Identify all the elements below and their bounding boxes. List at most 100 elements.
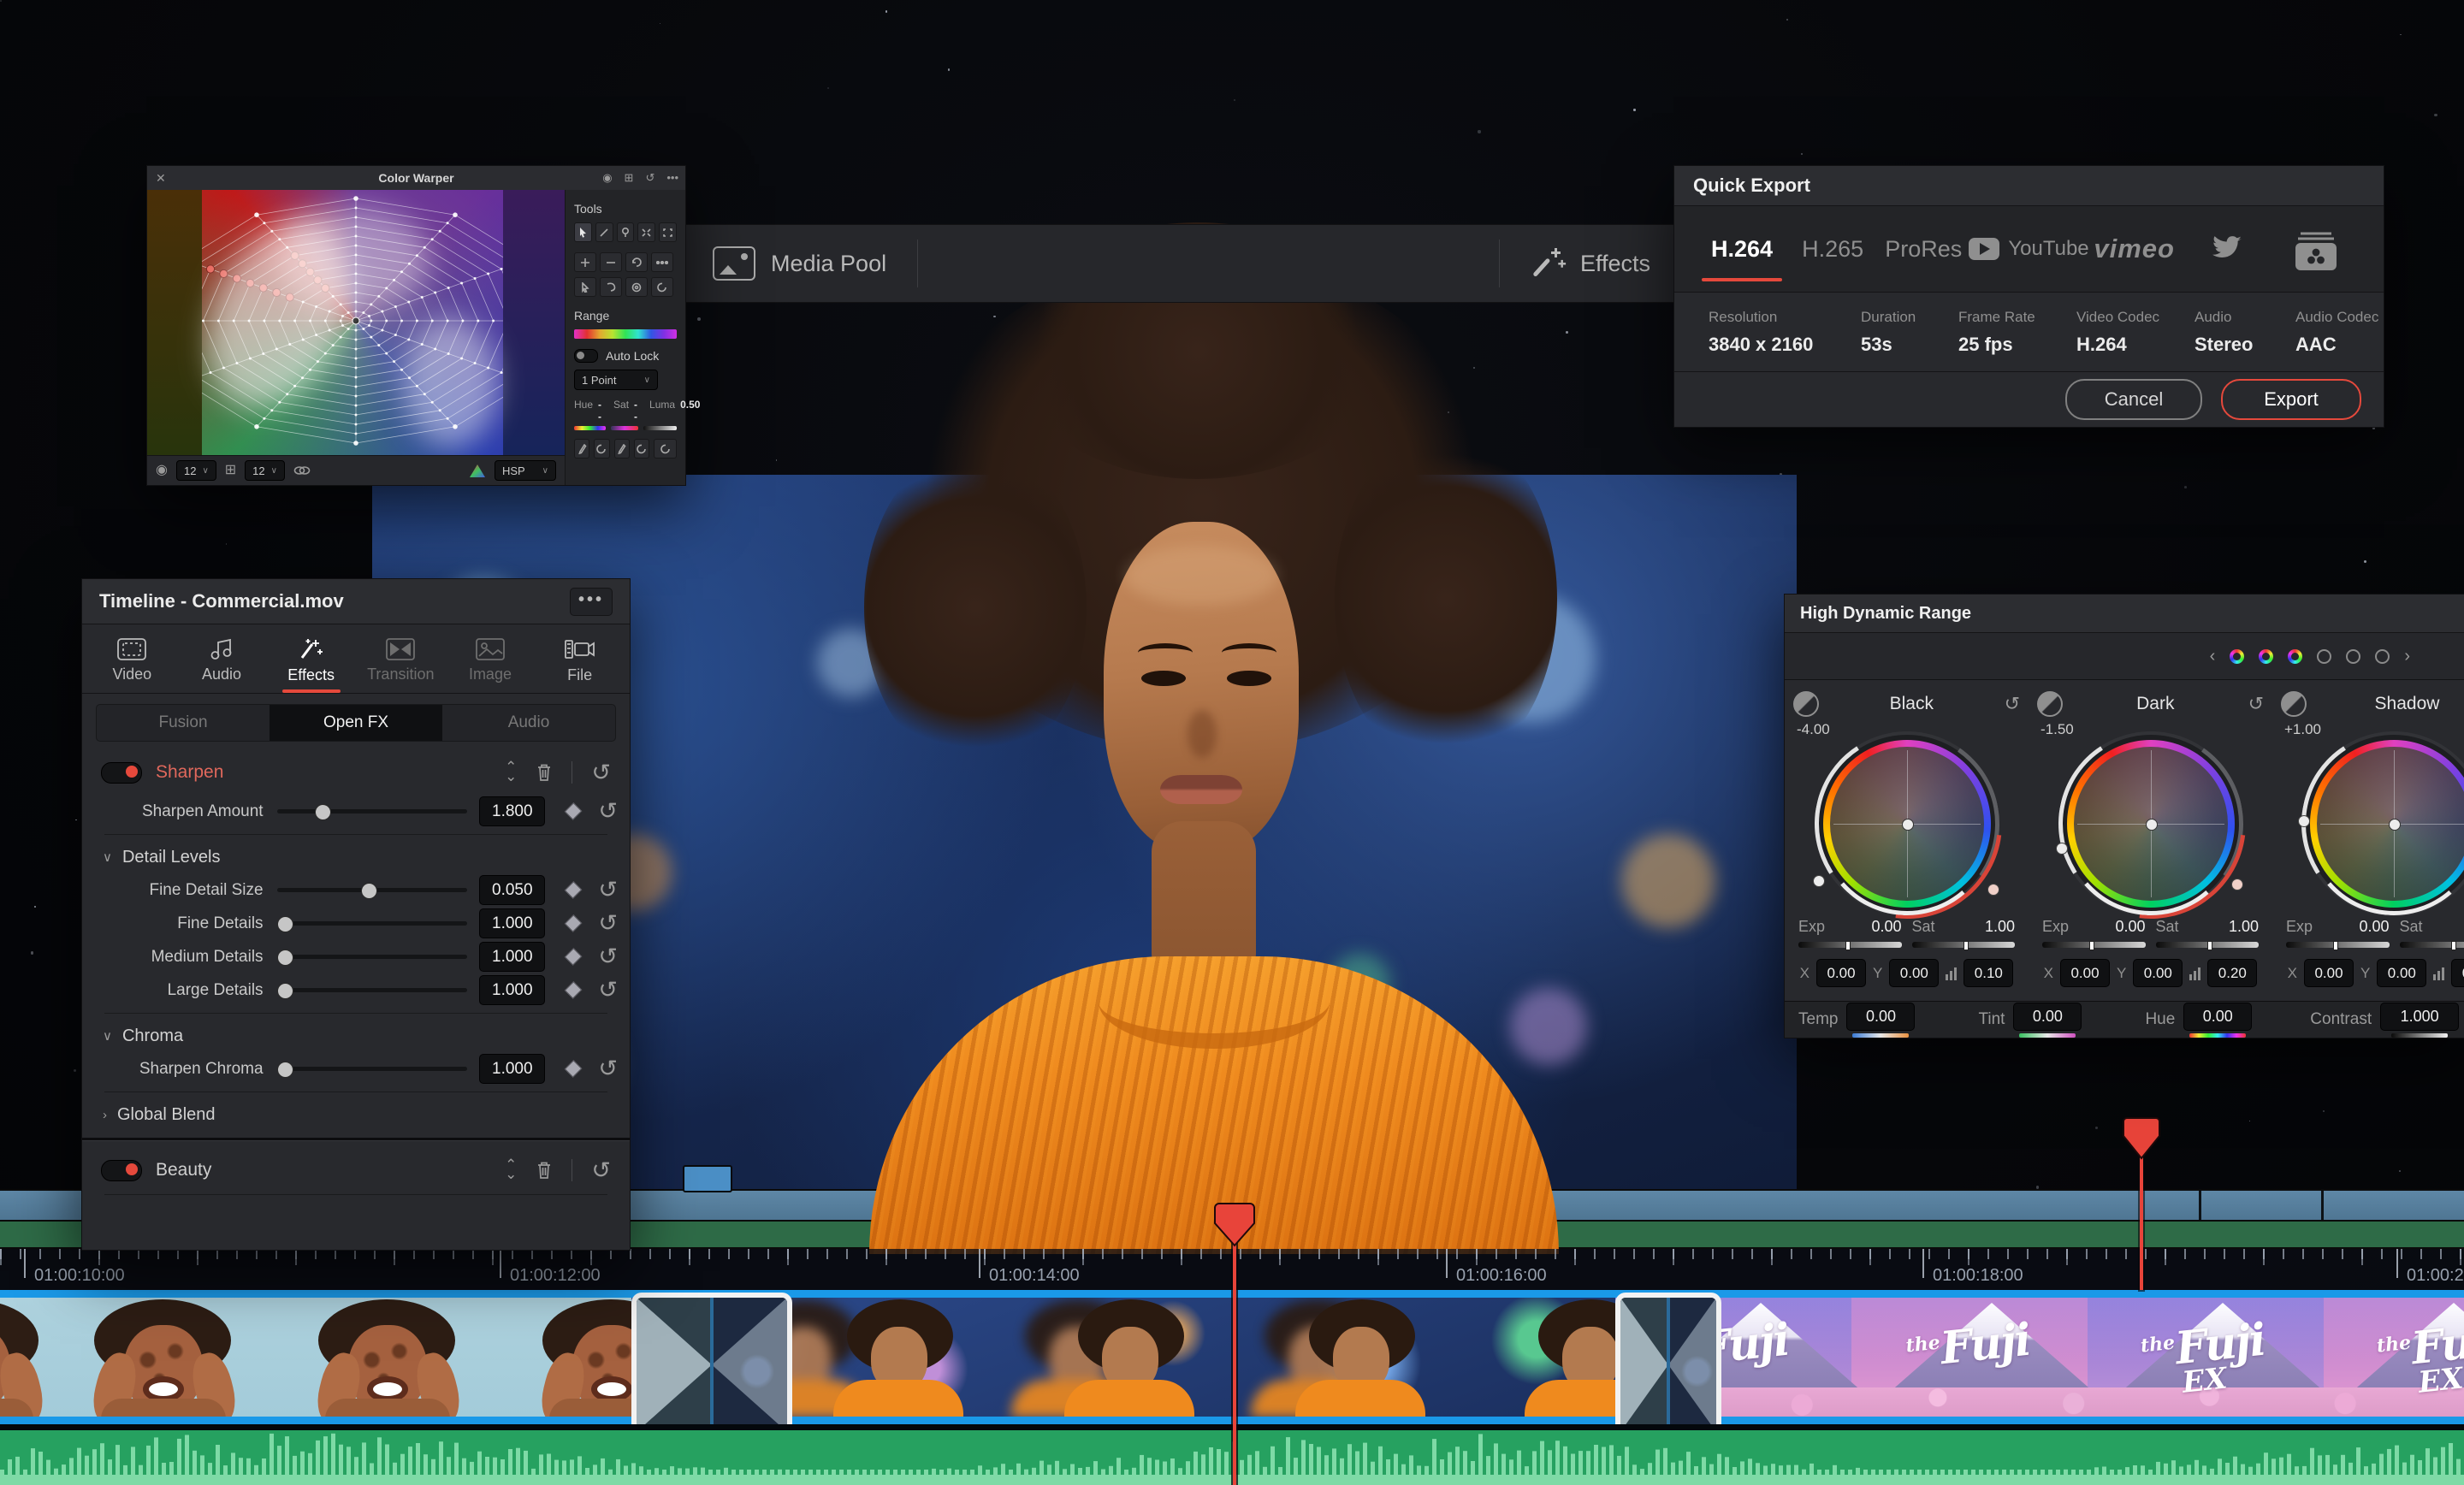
format-twitter[interactable] <box>2180 234 2271 264</box>
reset-icon[interactable]: ↺ <box>598 979 618 1002</box>
keyframe-icon[interactable] <box>564 981 583 999</box>
qualify-pick-button[interactable] <box>574 439 590 459</box>
keyframe-icon[interactable] <box>564 1060 583 1078</box>
auto-lock-switch-icon[interactable] <box>574 349 598 363</box>
tint-value[interactable]: 0.00 <box>2013 1002 2082 1031</box>
link-icon[interactable] <box>293 465 311 476</box>
beauty-enable-toggle[interactable] <box>101 1159 142 1181</box>
y-value[interactable]: 0.00 <box>1889 959 1940 987</box>
chevron-left-icon[interactable]: ‹ <box>2210 647 2216 666</box>
range-gradient-bar[interactable] <box>574 329 677 339</box>
zone-dot[interactable] <box>2375 648 2390 664</box>
reset-icon[interactable]: ↺ <box>598 945 618 968</box>
fine-details-slider[interactable] <box>276 916 468 932</box>
timeline-marker[interactable] <box>2123 1117 2160 1160</box>
panel-menu-icon[interactable]: ••• <box>569 587 613 616</box>
zone-dot-active[interactable] <box>2230 648 2245 664</box>
format-prores[interactable]: ProRes <box>1878 236 1969 263</box>
fine-details-value[interactable]: 1.000 <box>479 908 546 938</box>
tab-effects[interactable]: Effects <box>269 634 354 693</box>
reset-icon[interactable]: ↺ <box>598 1057 618 1080</box>
chevron-right-icon[interactable]: › <box>2404 647 2410 666</box>
fine-detail-size-slider[interactable] <box>276 883 468 899</box>
reset-b-button[interactable] <box>633 439 649 459</box>
tab-audio[interactable]: Audio <box>179 635 264 683</box>
media-pool-button[interactable]: Media Pool <box>682 246 917 281</box>
zone-dot[interactable] <box>2346 648 2361 664</box>
zone-dot[interactable] <box>2317 648 2332 664</box>
luma-mini-bar[interactable] <box>643 426 677 430</box>
transition-clip[interactable] <box>631 1293 792 1437</box>
video-clip-laughing-woman[interactable] <box>0 1298 631 1417</box>
playhead-line[interactable] <box>1233 1208 1236 1485</box>
color-wheel-icon[interactable]: ◉ <box>602 171 612 185</box>
color-wheel[interactable] <box>2017 690 2284 957</box>
close-icon[interactable]: ✕ <box>156 171 166 186</box>
sharpen-enable-toggle[interactable] <box>101 761 142 784</box>
segment-openfx[interactable]: Open FX <box>270 705 442 741</box>
keyframe-icon[interactable] <box>564 948 583 966</box>
rotate-button[interactable] <box>625 252 648 272</box>
color-wheel-icon[interactable]: ◉ <box>156 464 168 477</box>
add-point-button[interactable] <box>574 252 596 272</box>
detail-levels-group[interactable]: ∨ Detail Levels <box>82 841 630 873</box>
timeline-ruler[interactable]: 01:00:10:00 01:00:12:00 01:00:14:00 01:00:1… <box>0 1249 2464 1290</box>
sat-slider[interactable] <box>2155 941 2259 950</box>
fine-detail-size-value[interactable]: 0.050 <box>479 875 546 905</box>
sharpen-chroma-value[interactable]: 1.000 <box>479 1054 546 1084</box>
mesh-button[interactable] <box>625 277 648 297</box>
reset-icon[interactable]: ↺ <box>645 171 654 185</box>
rows-dropdown[interactable]: 12 ∨ <box>175 460 216 481</box>
format-h265[interactable]: H.265 <box>1787 236 1878 263</box>
export-button[interactable]: Export <box>2221 379 2361 420</box>
video-clip-fuji[interactable]: theFuji theFuji theFujiEX theFujiEX <box>1615 1298 2464 1417</box>
segment-fusion[interactable]: Fusion <box>97 705 270 741</box>
sat-mini-bar[interactable] <box>610 426 639 430</box>
dial-icon[interactable] <box>2281 691 2307 717</box>
sharpen-chroma-slider[interactable] <box>276 1062 468 1078</box>
tab-video[interactable]: Video <box>89 635 175 683</box>
marker-line[interactable] <box>2140 1157 2143 1290</box>
reset-icon[interactable]: ↺ <box>598 912 618 935</box>
hue-value[interactable]: 0.00 <box>2183 1002 2253 1031</box>
remove-point-button[interactable] <box>600 252 622 272</box>
points-row-button[interactable] <box>651 252 673 272</box>
effects-button[interactable]: Effects <box>1500 246 1681 281</box>
sharpen-amount-value[interactable]: 1.800 <box>479 796 546 826</box>
sat-slider[interactable] <box>2399 941 2464 950</box>
timeline-audio-waveform-track[interactable] <box>0 1430 2464 1485</box>
tab-file[interactable]: File <box>537 634 623 684</box>
large-details-slider[interactable] <box>276 983 468 999</box>
exp-slider[interactable] <box>2042 941 2146 950</box>
cursor-b-button[interactable] <box>574 277 596 297</box>
lum-value[interactable]: 0.00 <box>2451 959 2464 987</box>
trash-icon[interactable] <box>536 762 553 783</box>
timeline-track-v2-clip[interactable] <box>683 1165 732 1192</box>
x-value[interactable]: 0.00 <box>2060 959 2110 987</box>
sharpen-amount-slider[interactable] <box>276 804 468 820</box>
exp-slider[interactable] <box>2286 941 2390 950</box>
lasso-button[interactable] <box>600 277 622 297</box>
global-blend-group[interactable]: › Global Blend <box>82 1098 630 1131</box>
cols-dropdown[interactable]: 12 ∨ <box>245 460 285 481</box>
reset-icon[interactable]: ↺ <box>2248 695 2264 713</box>
tab-image[interactable]: Image <box>447 635 533 683</box>
grid-icon[interactable]: ⊞ <box>625 171 634 185</box>
chroma-group[interactable]: ∨ Chroma <box>82 1020 630 1052</box>
medium-details-value[interactable]: 1.000 <box>479 942 546 972</box>
reset-effect-icon[interactable]: ↺ <box>591 760 611 784</box>
color-wheel[interactable] <box>2283 713 2464 934</box>
temp-value[interactable]: 0.00 <box>1846 1002 1916 1031</box>
reset-icon[interactable]: ↺ <box>598 800 618 823</box>
more-options-icon[interactable]: ••• <box>666 171 678 185</box>
keyframe-icon[interactable] <box>564 802 583 820</box>
format-vimeo[interactable]: vimeo <box>2089 234 2180 264</box>
playhead-handle[interactable] <box>1214 1203 1255 1247</box>
trash-icon[interactable] <box>536 1160 553 1180</box>
reset-all-button[interactable] <box>654 439 677 459</box>
segment-audio[interactable]: Audio <box>442 705 615 741</box>
lum-value[interactable]: 0.10 <box>1964 959 2014 987</box>
color-model-dropdown[interactable]: HSP ∨ <box>495 460 556 481</box>
warp-tool-button[interactable] <box>637 222 656 242</box>
color-wheel[interactable] <box>1785 690 2040 957</box>
